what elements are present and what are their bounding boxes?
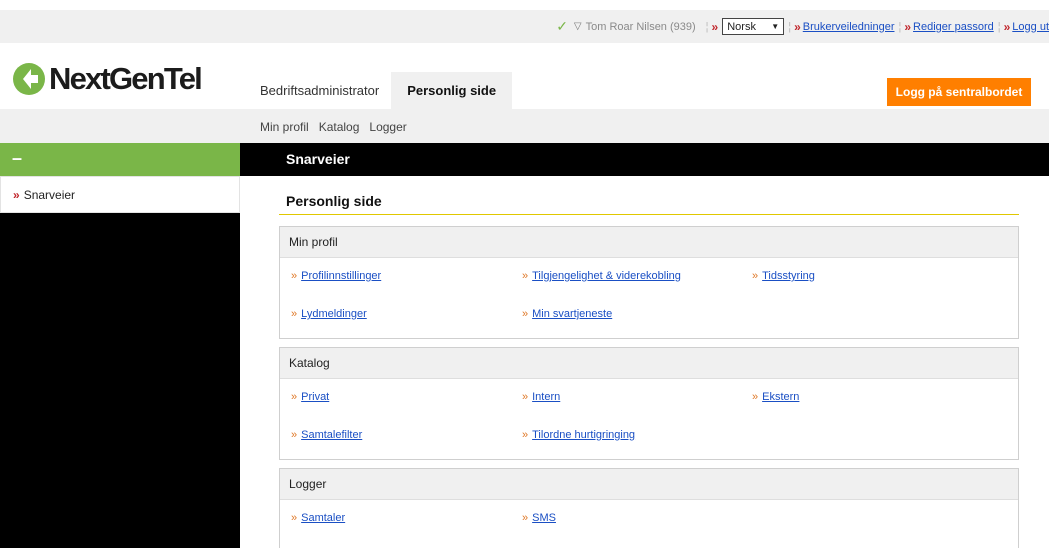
link-availability-forwarding[interactable]: » Tilgjengelighet & viderekobling xyxy=(522,270,681,282)
subnav-band xyxy=(0,109,1049,143)
bullet-icon: » xyxy=(291,512,298,524)
online-check-icon: ✓ xyxy=(556,18,568,34)
group-title: Min profil xyxy=(280,227,1018,258)
top-bar: ✓ ▽ Tom Roar Nilsen (939) ¦ » Norsk ▼ ¦ … xyxy=(0,10,1049,43)
bullet-icon: » xyxy=(794,19,801,34)
main-tabs: Bedriftsadministrator Personlig side xyxy=(248,72,513,109)
logo-text: NextGenTel xyxy=(49,61,203,96)
bullet-icon: » xyxy=(291,429,298,441)
subnav-catalog[interactable]: Katalog xyxy=(319,120,360,134)
language-value: Norsk xyxy=(727,20,756,33)
sidebar-item-shortcuts[interactable]: » Snarveier xyxy=(0,176,240,213)
change-password-link[interactable]: Rediger passord xyxy=(913,21,994,33)
link-row: » Samtalefilter » Tilordne hurtigringing xyxy=(280,417,1018,455)
subnav: Min profil Katalog Logger xyxy=(260,120,407,134)
group-catalog: Katalog » Privat » Intern » Ekstern » Samtal… xyxy=(279,347,1019,460)
tab-personal-page[interactable]: Personlig side xyxy=(391,72,513,109)
link-row: » Lydmeldinger » Min svartjeneste xyxy=(280,296,1018,334)
logo[interactable]: NextGenTel xyxy=(12,61,203,96)
tab-company-admin[interactable]: Bedriftsadministrator xyxy=(248,72,391,109)
bullet-icon: » xyxy=(291,391,298,403)
link-row: » Privat » Intern » Ekstern xyxy=(280,379,1018,417)
link-call-filter[interactable]: » Samtalefilter xyxy=(291,429,362,441)
group-title: Logger xyxy=(280,469,1018,500)
bullet-icon: » xyxy=(522,512,529,524)
main-header: Snarveier xyxy=(240,143,1049,176)
link-calls[interactable]: » Samtaler xyxy=(291,512,345,524)
bullet-icon: » xyxy=(291,308,298,320)
title-divider xyxy=(279,214,1019,215)
bullet-icon: » xyxy=(904,19,912,34)
link-time-control[interactable]: » Tidsstyring xyxy=(752,270,815,282)
link-private[interactable]: » Privat xyxy=(291,391,329,403)
logo-mark-icon xyxy=(13,63,45,95)
subnav-logs[interactable]: Logger xyxy=(369,120,406,134)
subnav-my-profile[interactable]: Min profil xyxy=(260,120,309,134)
separator: ¦ xyxy=(898,20,901,33)
bullet-icon: » xyxy=(522,429,529,441)
group-title: Katalog xyxy=(280,348,1018,379)
separator: ¦ xyxy=(997,20,1001,33)
separator: ¦ xyxy=(705,20,709,33)
switchboard-login-button[interactable]: Logg på sentralbordet xyxy=(887,78,1031,106)
bullet-icon: » xyxy=(522,308,529,320)
sidebar-collapse-toggle[interactable]: – xyxy=(0,143,240,176)
top-bar-tools: ✓ ▽ Tom Roar Nilsen (939) ¦ » Norsk ▼ ¦ … xyxy=(556,18,1049,35)
bullet-icon: » xyxy=(752,391,759,403)
separator: ¦ xyxy=(788,20,791,33)
group-logs: Logger » Samtaler » SMS xyxy=(279,468,1019,548)
link-my-answering-service[interactable]: » Min svartjeneste xyxy=(522,308,612,320)
link-audio-messages[interactable]: » Lydmeldinger xyxy=(291,308,367,320)
bullet-icon: » xyxy=(522,270,529,282)
bullet-icon: » xyxy=(13,187,20,202)
dropdown-arrow-icon: ▼ xyxy=(771,22,780,31)
link-sms[interactable]: » SMS xyxy=(522,512,556,524)
user-guides-link[interactable]: Brukerveiledninger xyxy=(803,21,895,33)
link-row: » Samtaler » SMS xyxy=(280,500,1018,538)
language-select[interactable]: Norsk ▼ xyxy=(722,18,785,35)
link-assign-speed-dial[interactable]: » Tilordne hurtigringing xyxy=(522,429,635,441)
bullet-icon: » xyxy=(1003,19,1011,34)
link-internal[interactable]: » Intern xyxy=(522,391,560,403)
bullet-icon: » xyxy=(752,270,759,282)
link-external[interactable]: » Ekstern xyxy=(752,391,799,403)
bullet-icon: » xyxy=(711,19,719,34)
group-my-profile: Min profil » Profilinnstillinger » Tilgjen… xyxy=(279,226,1019,339)
link-row: » Profilinnstillinger » Tilgjengelighet & … xyxy=(280,258,1018,296)
user-name: Tom Roar Nilsen (939) xyxy=(585,20,696,33)
sidebar-body xyxy=(0,213,240,548)
bullet-icon: » xyxy=(522,391,529,403)
logout-link[interactable]: Logg ut xyxy=(1012,21,1049,33)
link-profile-settings[interactable]: » Profilinnstillinger xyxy=(291,270,381,282)
bullet-icon: » xyxy=(291,270,298,282)
sidebar-item-label: Snarveier xyxy=(23,187,76,202)
status-dropdown-icon[interactable]: ▽ xyxy=(574,21,582,32)
page-title: Personlig side xyxy=(286,193,382,209)
